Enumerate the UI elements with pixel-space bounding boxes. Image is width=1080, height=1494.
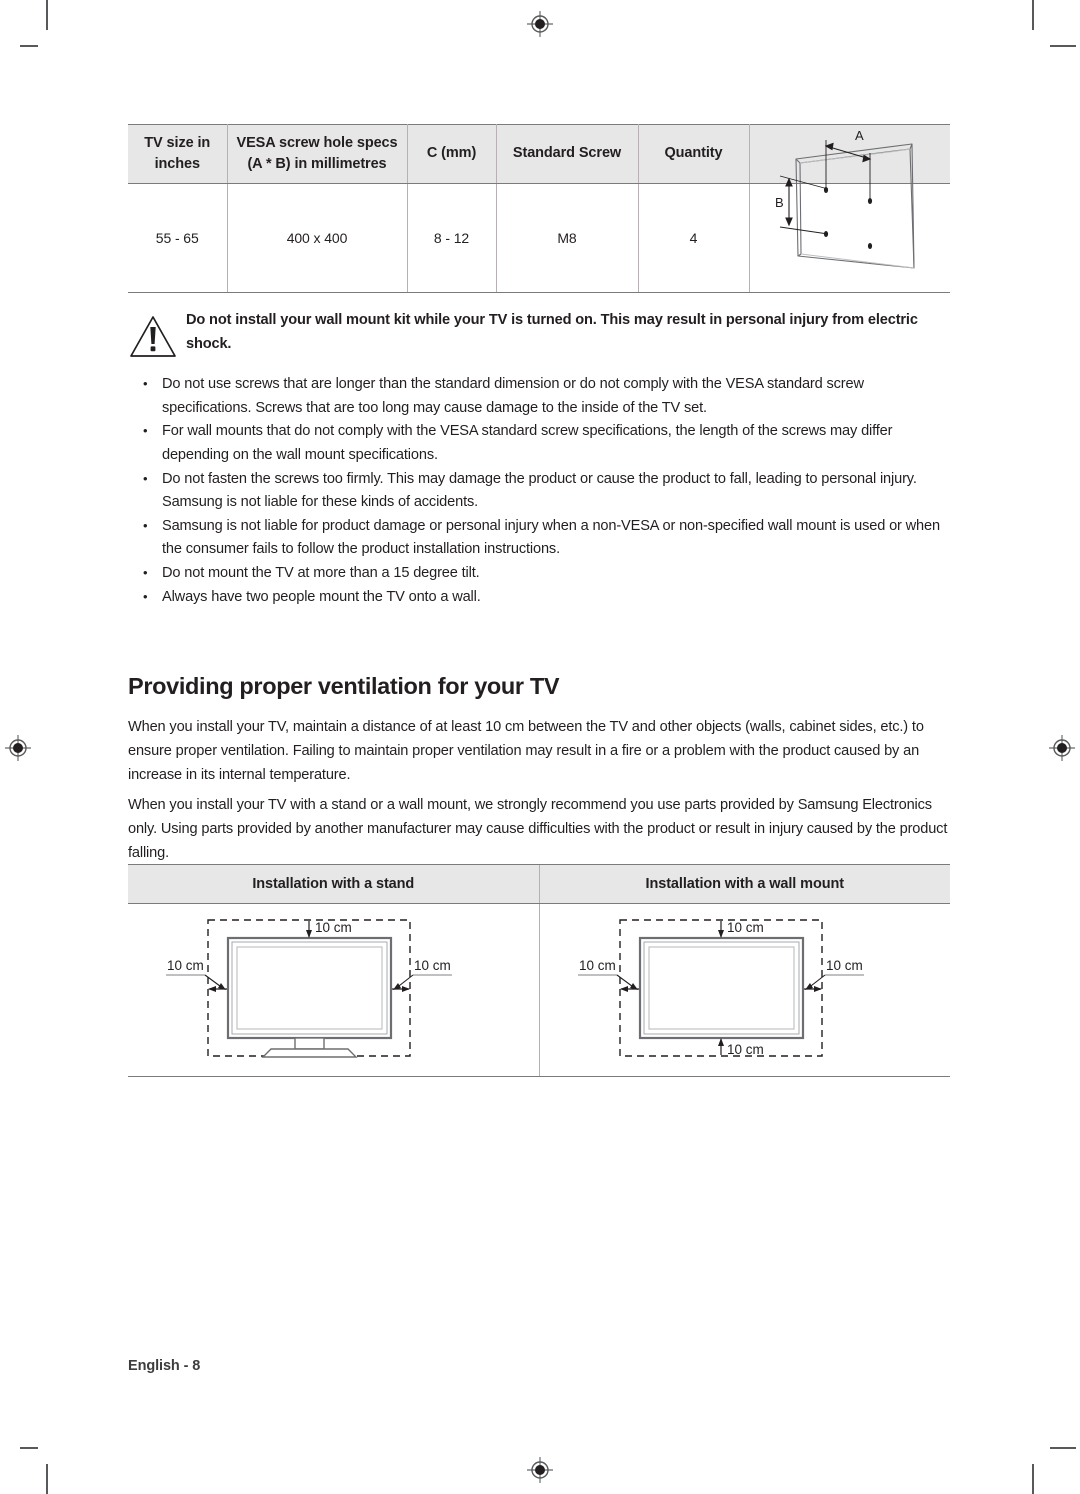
list-item: • For wall mounts that do not comply wit… xyxy=(138,420,950,467)
vesa-header-c-mm: C (mm) xyxy=(406,124,497,184)
list-item-text: Do not mount the TV at more than a 15 de… xyxy=(162,565,480,582)
wallmount-left-clearance-label: 10 cm xyxy=(579,958,616,973)
warning-block: Do not install your wall mount kit while… xyxy=(128,308,950,359)
crop-mark-bottom-left-vertical xyxy=(46,1464,48,1494)
table-row: 10 cm 10 cm 10 cm 10 cm 10 cm 10 cm 10 c… xyxy=(128,903,950,1077)
tv-panel-dimension-diagram: A B xyxy=(754,128,950,298)
warning-text: Do not install your wall mount kit while… xyxy=(186,312,918,352)
list-item: • Do not mount the TV at more than a 15 … xyxy=(138,562,950,586)
wallmount-top-clearance-label: 10 cm xyxy=(727,920,764,935)
vesa-header-screw-specs: VESA screw hole specs (A * B) in millime… xyxy=(226,124,408,184)
stand-clearance-diagram: 10 cm 10 cm 10 cm xyxy=(158,908,508,1068)
dimension-label-b: B xyxy=(775,195,784,210)
vesa-header-tv-size-line1: TV size in xyxy=(144,134,211,151)
vesa-header-tv-size: TV size in inches xyxy=(128,124,228,184)
crop-mark-top-left-horizontal xyxy=(20,45,38,47)
crop-mark-bottom-left-horizontal xyxy=(20,1447,38,1449)
vesa-header-standard-screw: Standard Screw xyxy=(495,124,639,184)
list-item-text: For wall mounts that do not comply with … xyxy=(162,423,893,463)
vesa-cell-screw-specs: 400 x 400 xyxy=(226,183,408,293)
dimension-label-a: A xyxy=(855,128,864,143)
bullet-marker-icon: • xyxy=(143,376,148,391)
wallmount-bottom-clearance-label: 10 cm xyxy=(727,1042,764,1057)
list-item-text: Do not use screws that are longer than t… xyxy=(162,376,864,416)
vesa-cell-c-mm: 8 - 12 xyxy=(406,183,497,293)
list-item: • Samsung is not liable for product dama… xyxy=(138,515,950,562)
ventilation-paragraph-1: When you install your TV, maintain a dis… xyxy=(128,718,924,783)
ventilation-installation-table: Installation with a stand Installation w… xyxy=(128,864,950,1077)
bullet-marker-icon: • xyxy=(143,588,148,604)
list-item-text: Always have two people mount the TV onto… xyxy=(162,588,481,605)
page-title: Providing proper ventilation for your TV xyxy=(128,672,560,699)
bullet-marker-icon: • xyxy=(143,565,148,581)
ventilation-table-header-row: Installation with a stand Installation w… xyxy=(128,864,950,904)
registration-mark-left xyxy=(5,735,31,761)
ventilation-header-wall-mount: Installation with a wall mount xyxy=(538,864,950,904)
wallmount-installation-cell: 10 cm 10 cm 10 cm 10 cm xyxy=(538,903,950,1077)
vesa-cell-standard-screw: M8 xyxy=(495,183,639,293)
vesa-header-tv-size-line2: inches xyxy=(154,156,200,172)
vesa-cell-tv-size: 55 - 65 xyxy=(128,183,228,293)
wallmount-clearance-diagram: 10 cm 10 cm 10 cm 10 cm xyxy=(570,908,920,1068)
vesa-header-screw-specs-line2: (A * B) in millimetres xyxy=(247,156,387,172)
bullet-marker-icon: • xyxy=(143,423,148,439)
stand-top-clearance-label: 10 cm xyxy=(315,920,352,935)
stand-right-clearance-label: 10 cm xyxy=(414,958,451,973)
wallmount-right-clearance-label: 10 cm xyxy=(826,958,863,973)
registration-mark-right xyxy=(1049,735,1075,761)
ventilation-header-stand: Installation with a stand xyxy=(128,864,539,904)
ventilation-paragraph-2: When you install your TV with a stand or… xyxy=(128,796,948,861)
crop-mark-top-left-vertical xyxy=(46,0,48,30)
vesa-cell-quantity: 4 xyxy=(637,183,750,293)
crop-mark-bottom-right-vertical xyxy=(1032,1464,1034,1494)
stand-installation-cell: 10 cm 10 cm 10 cm xyxy=(128,903,539,1077)
crop-mark-top-right-horizontal xyxy=(1050,45,1076,47)
list-item: • Always have two people mount the TV on… xyxy=(138,586,950,610)
page-footer-label: English - 8 xyxy=(128,1358,201,1374)
crop-mark-bottom-right-horizontal xyxy=(1050,1447,1076,1449)
stand-left-clearance-label: 10 cm xyxy=(167,958,204,973)
vesa-header-screw-specs-line1: VESA screw hole specs xyxy=(236,134,398,151)
warning-triangle-icon xyxy=(128,308,186,359)
page-content: TV size in inches VESA screw hole specs … xyxy=(128,0,950,1494)
list-item-text: Samsung is not liable for product damage… xyxy=(162,517,940,558)
crop-mark-top-right-vertical xyxy=(1032,0,1034,30)
list-item-text: Do not fasten the screws too firmly. Thi… xyxy=(162,470,917,511)
precaution-bullet-list: • Do not use screws that are longer than… xyxy=(138,373,950,609)
bullet-marker-icon: • xyxy=(143,517,148,533)
list-item: • Do not fasten the screws too firmly. T… xyxy=(138,468,950,515)
bullet-marker-icon: • xyxy=(143,470,148,486)
list-item: • Do not use screws that are longer than… xyxy=(138,373,950,420)
vesa-header-quantity: Quantity xyxy=(637,124,750,184)
